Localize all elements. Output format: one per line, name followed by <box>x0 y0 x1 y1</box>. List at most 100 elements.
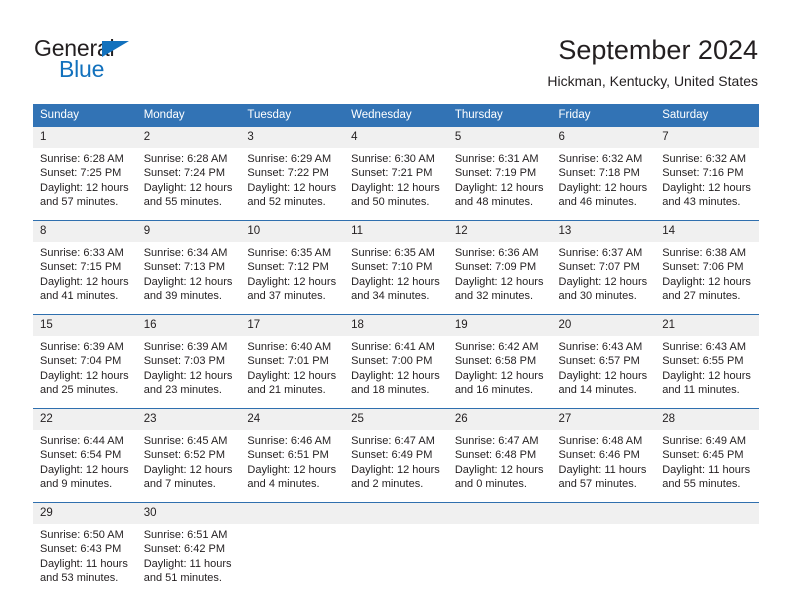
day-daylight2-text: and 25 minutes. <box>40 383 119 396</box>
calendar-week-row: 8 Sunrise: 6:33 AM Sunset: 7:15 PM Daylight… <box>33 220 759 315</box>
page-header: General Blue September 2024 Hickman, Ken… <box>0 0 792 100</box>
day-daylight2-text: and 2 minutes. <box>351 477 424 490</box>
calendar-day-cell[interactable]: 17 Sunrise: 6:40 AM Sunset: 7:01 PM Dayligh… <box>240 314 345 409</box>
general-blue-logo[interactable]: General Blue <box>34 36 234 86</box>
weekday-header-monday: Monday <box>136 104 241 127</box>
day-daylight1-text: Daylight: 11 hours <box>558 463 647 476</box>
calendar-day-cell[interactable]: 30 Sunrise: 6:51 AM Sunset: 6:42 PM Dayligh… <box>136 502 241 596</box>
day-number: 4 <box>344 127 448 148</box>
calendar-day-cell[interactable]: 10 Sunrise: 6:35 AM Sunset: 7:12 PM Dayligh… <box>240 220 345 315</box>
day-number: 25 <box>344 409 448 430</box>
day-sunset-text: Sunset: 7:12 PM <box>247 261 329 274</box>
day-daylight1-text: Daylight: 12 hours <box>143 463 233 476</box>
day-number: 28 <box>655 409 759 430</box>
day-sunset-text: Sunset: 7:04 PM <box>40 355 122 368</box>
day-sunset-text: Sunset: 7:01 PM <box>247 355 329 368</box>
day-sunrise-text: Sunrise: 6:39 AM <box>143 341 228 353</box>
calendar-day-cell[interactable]: 5 Sunrise: 6:31 AM Sunset: 7:19 PM Daylight… <box>447 127 552 221</box>
day-sunrise-text: Sunrise: 6:32 AM <box>662 153 746 165</box>
page-title: September 2024 <box>558 35 758 65</box>
calendar-day-cell[interactable]: 29 Sunrise: 6:50 AM Sunset: 6:43 PM Dayligh… <box>33 502 137 596</box>
calendar-day-cell[interactable]: 9 Sunrise: 6:34 AM Sunset: 7:13 PM Daylight… <box>136 220 241 315</box>
calendar-day-cell[interactable]: 24 Sunrise: 6:46 AM Sunset: 6:51 PM Dayligh… <box>240 408 345 503</box>
day-daylight2-text: and 50 minutes. <box>351 195 430 208</box>
day-daylight1-text: Daylight: 12 hours <box>40 181 129 194</box>
day-daylight2-text: and 11 minutes. <box>662 383 740 396</box>
calendar-day-cell[interactable]: 22 Sunrise: 6:44 AM Sunset: 6:54 PM Dayligh… <box>33 408 137 503</box>
calendar-day-cell[interactable]: 6 Sunrise: 6:32 AM Sunset: 7:18 PM Daylight… <box>551 127 656 221</box>
day-number <box>344 503 448 524</box>
day-sunrise-text: Sunrise: 6:42 AM <box>454 341 539 353</box>
calendar-day-cell[interactable]: 7 Sunrise: 6:32 AM Sunset: 7:16 PM Daylight… <box>655 127 759 221</box>
day-sunrise-text: Sunrise: 6:51 AM <box>143 529 228 541</box>
day-sunset-text: Sunset: 6:43 PM <box>40 543 122 556</box>
calendar-day-cell[interactable]: 8 Sunrise: 6:33 AM Sunset: 7:15 PM Daylight… <box>33 220 137 315</box>
day-daylight1-text: Daylight: 12 hours <box>247 463 337 476</box>
day-daylight1-text: Daylight: 12 hours <box>454 181 544 194</box>
day-sunset-text: Sunset: 6:52 PM <box>143 449 226 462</box>
calendar-day-cell[interactable]: 20 Sunrise: 6:43 AM Sunset: 6:57 PM Dayligh… <box>551 314 656 409</box>
calendar-day-cell[interactable]: 14 Sunrise: 6:38 AM Sunset: 7:06 PM Dayligh… <box>655 220 759 315</box>
calendar-week-row: 1 Sunrise: 6:28 AM Sunset: 7:25 PM Daylight… <box>33 127 759 221</box>
day-daylight2-text: and 57 minutes. <box>558 477 637 490</box>
calendar-day-cell[interactable]: 11 Sunrise: 6:35 AM Sunset: 7:10 PM Dayligh… <box>344 220 448 315</box>
triangle-icon <box>102 41 129 57</box>
calendar-day-cell[interactable]: 28 Sunrise: 6:49 AM Sunset: 6:45 PM Dayligh… <box>655 408 759 503</box>
calendar-day-cell[interactable]: 21 Sunrise: 6:43 AM Sunset: 6:55 PM Dayligh… <box>655 314 759 409</box>
calendar-day-cell[interactable]: 23 Sunrise: 6:45 AM Sunset: 6:52 PM Dayligh… <box>136 408 241 503</box>
day-daylight1-text: Daylight: 12 hours <box>454 369 544 382</box>
calendar-day-cell[interactable]: 15 Sunrise: 6:39 AM Sunset: 7:04 PM Dayligh… <box>33 314 137 409</box>
day-sun-info: Sunrise: 6:36 AM Sunset: 7:09 PM Daylight:… <box>448 242 552 314</box>
day-sunset-text: Sunset: 6:55 PM <box>662 355 744 368</box>
weekday-header-sunday: Sunday <box>33 104 137 127</box>
calendar-day-cell[interactable]: 3 Sunrise: 6:29 AM Sunset: 7:22 PM Daylight… <box>240 127 345 221</box>
day-daylight2-text: and 23 minutes. <box>143 383 222 396</box>
day-sun-info: Sunrise: 6:51 AM Sunset: 6:42 PM Daylight:… <box>137 524 241 596</box>
day-sunrise-text: Sunrise: 6:43 AM <box>662 341 746 353</box>
calendar-day-cell[interactable]: 13 Sunrise: 6:37 AM Sunset: 7:07 PM Dayligh… <box>551 220 656 315</box>
day-sunrise-text: Sunrise: 6:38 AM <box>662 247 746 259</box>
calendar-day-cell[interactable]: 4 Sunrise: 6:30 AM Sunset: 7:21 PM Daylight… <box>344 127 448 221</box>
day-sunrise-text: Sunrise: 6:28 AM <box>40 153 124 165</box>
day-sun-info: Sunrise: 6:41 AM Sunset: 7:00 PM Daylight:… <box>344 336 448 408</box>
day-number: 16 <box>136 315 241 336</box>
calendar-day-cell[interactable]: 18 Sunrise: 6:41 AM Sunset: 7:00 PM Dayligh… <box>344 314 448 409</box>
calendar-day-cell[interactable]: 1 Sunrise: 6:28 AM Sunset: 7:25 PM Daylight… <box>33 127 137 221</box>
day-sunrise-text: Sunrise: 6:29 AM <box>247 153 332 165</box>
weekday-header-saturday: Saturday <box>655 104 759 127</box>
day-daylight1-text: Daylight: 12 hours <box>454 275 544 288</box>
calendar-page: General Blue September 2024 Hickman, Ken… <box>0 0 792 612</box>
calendar-day-cell[interactable]: 2 Sunrise: 6:28 AM Sunset: 7:24 PM Daylight… <box>136 127 241 221</box>
calendar-day-cell[interactable]: 16 Sunrise: 6:39 AM Sunset: 7:03 PM Dayligh… <box>136 314 241 409</box>
calendar-day-cell-empty <box>447 502 552 596</box>
day-sunrise-text: Sunrise: 6:32 AM <box>558 153 643 165</box>
day-sunrise-text: Sunrise: 6:48 AM <box>558 435 643 447</box>
day-daylight1-text: Daylight: 12 hours <box>247 369 337 382</box>
day-number <box>240 503 345 524</box>
day-number: 19 <box>447 315 552 336</box>
calendar-day-cell[interactable]: 25 Sunrise: 6:47 AM Sunset: 6:49 PM Dayligh… <box>344 408 448 503</box>
day-daylight1-text: Daylight: 11 hours <box>662 463 751 476</box>
day-daylight1-text: Daylight: 12 hours <box>558 181 648 194</box>
day-sun-info <box>344 524 448 596</box>
day-sun-info: Sunrise: 6:39 AM Sunset: 7:04 PM Daylight:… <box>33 336 137 408</box>
day-sun-info: Sunrise: 6:47 AM Sunset: 6:48 PM Daylight:… <box>448 430 552 502</box>
day-sunrise-text: Sunrise: 6:40 AM <box>247 341 332 353</box>
calendar-day-cell[interactable]: 12 Sunrise: 6:36 AM Sunset: 7:09 PM Dayligh… <box>447 220 552 315</box>
calendar-day-cell[interactable]: 26 Sunrise: 6:47 AM Sunset: 6:48 PM Dayligh… <box>447 408 552 503</box>
day-sunset-text: Sunset: 6:54 PM <box>40 449 122 462</box>
calendar-day-cell[interactable]: 27 Sunrise: 6:48 AM Sunset: 6:46 PM Dayligh… <box>551 408 656 503</box>
day-number <box>447 503 552 524</box>
day-number: 23 <box>136 409 241 430</box>
day-number: 21 <box>655 315 759 336</box>
day-sun-info: Sunrise: 6:30 AM Sunset: 7:21 PM Daylight:… <box>344 148 448 220</box>
day-daylight2-text: and 32 minutes. <box>454 289 534 302</box>
day-sunrise-text: Sunrise: 6:39 AM <box>40 341 124 353</box>
day-sun-info: Sunrise: 6:46 AM Sunset: 6:51 PM Daylight:… <box>240 430 344 502</box>
day-sunset-text: Sunset: 7:24 PM <box>143 167 226 180</box>
day-daylight1-text: Daylight: 12 hours <box>351 369 440 382</box>
weekday-header-friday: Friday <box>551 104 656 127</box>
day-daylight1-text: Daylight: 12 hours <box>40 369 129 382</box>
day-daylight1-text: Daylight: 12 hours <box>454 463 544 476</box>
calendar-day-cell[interactable]: 19 Sunrise: 6:42 AM Sunset: 6:58 PM Dayligh… <box>447 314 552 409</box>
